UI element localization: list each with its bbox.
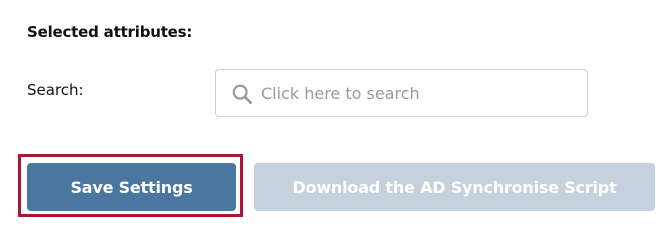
search-label: Search: <box>27 81 84 99</box>
search-icon <box>232 84 252 104</box>
save-settings-button[interactable]: Save Settings <box>27 163 236 211</box>
search-box[interactable] <box>215 69 588 117</box>
search-input[interactable] <box>261 70 581 116</box>
download-ad-sync-script-button[interactable]: Download the AD Synchronise Script <box>254 163 655 211</box>
selected-attributes-heading: Selected attributes: <box>27 23 193 41</box>
